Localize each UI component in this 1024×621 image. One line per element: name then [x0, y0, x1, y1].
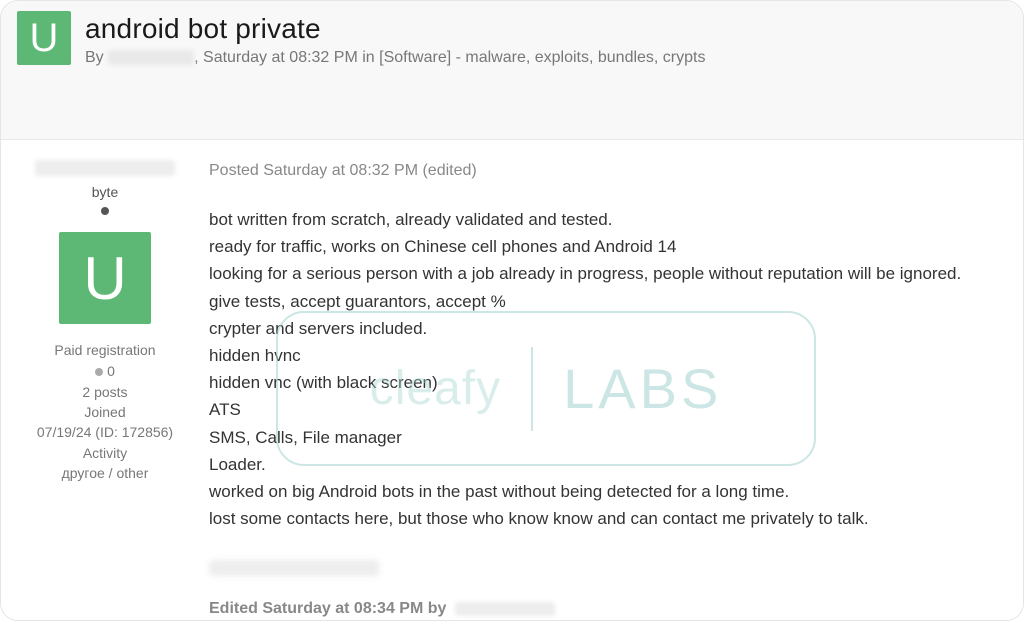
reputation-row: 0 [11, 360, 199, 381]
posted-timestamp: Posted Saturday at 08:32 PM (edited) [209, 162, 1011, 180]
post-line: lost some contacts here, but those who k… [209, 505, 1011, 532]
activity-value: другое / other [11, 463, 199, 483]
redacted-username [108, 50, 194, 65]
dot-icon [95, 368, 103, 376]
avatar-icon: U [17, 11, 71, 65]
post-header: U android bot private By , Saturday at 0… [1, 1, 1023, 140]
redacted-username-sidebar [35, 160, 175, 176]
post-line: crypter and servers included. [209, 315, 1011, 342]
post-meta: By , Saturday at 08:32 PM in [Software] … [85, 49, 705, 67]
post-line: Loader. [209, 451, 1011, 478]
post-line: worked on big Android bots in the past w… [209, 478, 1011, 505]
by-label: By [85, 49, 104, 66]
post-line: give tests, accept guarantors, accept % [209, 288, 1011, 315]
redacted-contact [209, 560, 379, 576]
category-suffix: - malware, exploits, bundles, crypts [451, 49, 705, 66]
post-line: bot written from scratch, already valida… [209, 206, 1011, 233]
redacted-editor [455, 602, 555, 616]
pip-icon [101, 207, 109, 215]
header-text-block: android bot private By , Saturday at 08:… [85, 11, 705, 67]
category-link[interactable]: [Software] [379, 49, 451, 66]
post-line: ATS [209, 396, 1011, 423]
post-line: ready for traffic, works on Chinese cell… [209, 233, 1011, 260]
post-body-text: bot written from scratch, already valida… [209, 206, 1011, 532]
activity-label: Activity [11, 443, 199, 463]
author-sidebar: byte U Paid registration 0 2 posts Joine… [1, 140, 209, 621]
user-rank: byte [11, 184, 199, 200]
forum-post-screenshot: U android bot private By , Saturday at 0… [0, 0, 1024, 621]
post-body-area: byte U Paid registration 0 2 posts Joine… [1, 140, 1023, 621]
post-line: hidden vnc (with black screen) [209, 369, 1011, 396]
rank-pip-row [11, 202, 199, 218]
registration-type: Paid registration [11, 340, 199, 360]
avatar-icon[interactable]: U [59, 232, 151, 324]
joined-label: Joined [11, 402, 199, 422]
edited-note: Edited Saturday at 08:34 PM by [209, 600, 1011, 618]
joined-date: 07/19/24 (ID: 172856) [11, 422, 199, 442]
post-content: Posted Saturday at 08:32 PM (edited) bot… [209, 140, 1023, 621]
post-title[interactable]: android bot private [85, 13, 705, 45]
post-count: 2 posts [11, 382, 199, 402]
reputation-count: 0 [107, 363, 115, 379]
post-line: looking for a serious person with a job … [209, 260, 1011, 287]
edited-prefix: Edited Saturday at 08:34 PM by [209, 600, 446, 617]
post-line: SMS, Calls, File manager [209, 424, 1011, 451]
timestamp: , Saturday at 08:32 PM in [194, 49, 379, 66]
post-line: hidden hvnc [209, 342, 1011, 369]
